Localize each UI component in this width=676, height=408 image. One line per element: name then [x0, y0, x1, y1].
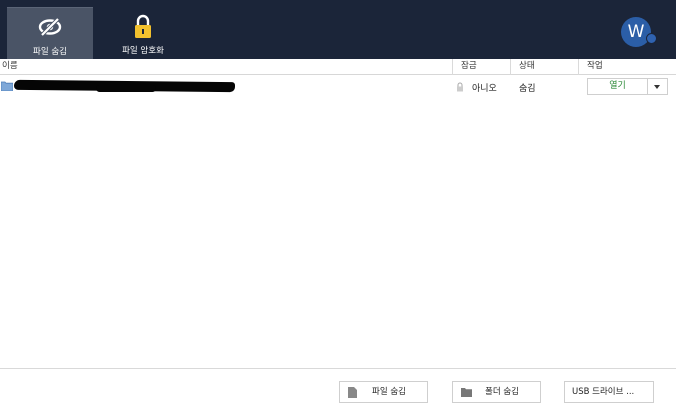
avatar-status-dot	[646, 33, 657, 44]
column-header-name[interactable]: 이름	[0, 59, 452, 75]
footer-bar: 파일 숨김 폴더 숨김 USB 드라이브 ...	[0, 368, 676, 408]
encrypt-file-tool-label: 파일 암호화	[122, 46, 164, 56]
hide-folder-button-label: 폴더 숨김	[485, 387, 519, 397]
folder-icon	[461, 388, 472, 397]
hide-file-tool-label: 파일 숨김	[33, 47, 67, 57]
lock-value: 아니오	[472, 84, 497, 94]
folder-icon	[1, 81, 13, 91]
hide-file-button-label: 파일 숨김	[372, 387, 406, 397]
open-dropdown-button[interactable]	[648, 78, 668, 95]
chevron-down-icon	[654, 85, 660, 89]
usb-drive-button[interactable]: USB 드라이브 ...	[564, 381, 654, 403]
table-header: 이름 잠금 상태 작업	[0, 59, 676, 75]
encrypt-file-tool-button[interactable]: 파일 암호화	[100, 7, 186, 59]
status-value: 숨김	[519, 84, 536, 94]
hide-file-tool-button[interactable]: 파일 숨김	[7, 7, 93, 59]
top-toolbar: 파일 숨김 파일 암호화 W	[0, 0, 676, 59]
file-icon	[348, 387, 357, 398]
hide-folder-button[interactable]: 폴더 숨김	[452, 381, 541, 403]
eye-slash-icon	[38, 17, 62, 37]
hide-file-button[interactable]: 파일 숨김	[339, 381, 428, 403]
user-avatar[interactable]: W	[621, 17, 651, 47]
redacted-file-name-extra	[96, 85, 156, 92]
usb-drive-button-label: USB 드라이브 ...	[572, 387, 635, 397]
unlocked-icon	[457, 82, 463, 92]
column-header-lock[interactable]: 잠금	[452, 59, 510, 75]
column-header-status[interactable]: 상태	[510, 59, 578, 75]
avatar-letter: W	[627, 22, 645, 42]
table-row[interactable]: 아니오 숨김 열기	[0, 76, 676, 98]
padlock-icon	[135, 14, 151, 38]
column-header-action[interactable]: 작업	[578, 59, 676, 75]
open-button[interactable]: 열기	[587, 78, 648, 95]
